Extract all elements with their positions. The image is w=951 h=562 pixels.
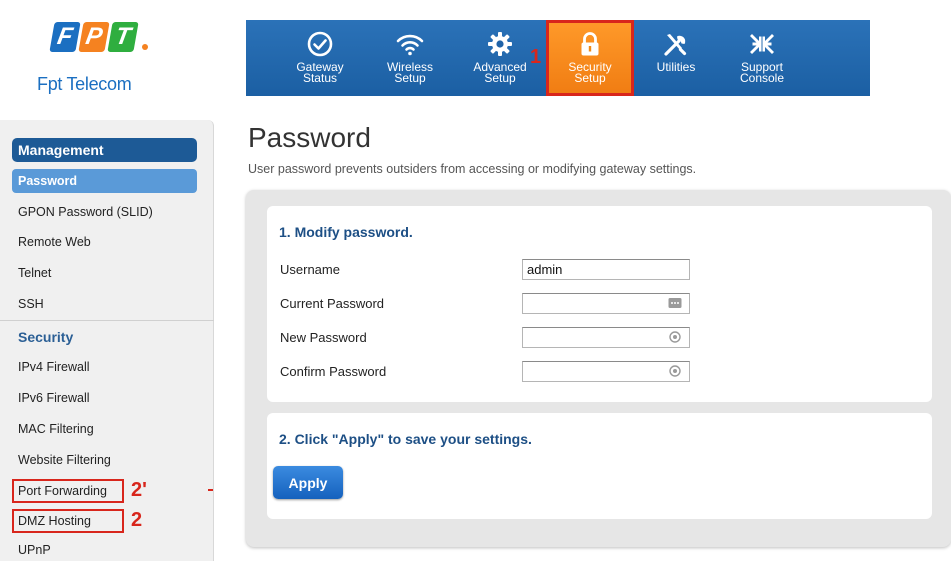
fpt-logo: F P T Fpt Telecom [28,18,178,98]
tools-icon [664,34,687,56]
sidebar-item-mac-filtering[interactable]: MAC Filtering [12,417,197,441]
wifi-icon [396,34,424,56]
gear-icon [488,32,512,56]
sidebar-item-ssh[interactable]: SSH [12,292,197,316]
nav-gateway-status[interactable]: Gateway Status [274,20,366,96]
sidebar-item-dmz-hosting[interactable]: DMZ Hosting [12,509,124,533]
nav-utilities[interactable]: Utilities [634,20,718,96]
sidebar-item-port-forwarding[interactable]: Port Forwarding [12,479,124,503]
new-password-label: New Password [280,330,367,345]
nav-utilities-label: Utilities [656,60,696,74]
sidebar-item-password[interactable]: Password [12,169,197,193]
annotation-tick [208,489,213,491]
sidebar-heading-security: Security [18,329,74,345]
section-title-apply: 2. Click "Apply" to save your settings. [279,431,532,447]
nav-support-console-label: Support Console [739,60,785,85]
logo-letter-f: F [49,22,81,52]
sidebar-item-remote-web[interactable]: Remote Web [12,230,197,254]
nav-support-console[interactable]: Support Console [718,20,806,96]
current-password-input[interactable] [522,293,690,314]
sidebar-item-ipv6-firewall[interactable]: IPv6 Firewall [12,386,197,410]
current-password-label: Current Password [280,296,385,311]
brand-name: Fpt Telecom [37,74,132,94]
password-reveal-icon [669,365,681,377]
logo-letter-t: T [107,22,139,52]
annotation-step-2: 2 [131,509,143,531]
annotation-step-2-prime: 2' [131,479,147,501]
sidebar-divider [0,320,214,321]
password-keyboard-icon [668,298,682,308]
check-circle-icon [307,31,333,57]
top-navigation: Gateway Status Wireless Setup Advanced S… [246,20,870,96]
new-password-input[interactable] [522,327,690,348]
nav-security-setup[interactable]: Security Setup [546,20,634,96]
apply-card [267,413,932,519]
lock-icon [581,32,599,56]
username-input[interactable] [522,259,690,280]
section-title-modify-password: 1. Modify password. [279,224,413,240]
page-title: Password [248,122,371,153]
nav-security-setup-label: Security Setup [568,60,612,85]
apply-button[interactable]: Apply [273,466,343,499]
nav-gateway-status-label: Gateway Status [296,60,344,85]
sidebar-item-website-filtering[interactable]: Website Filtering [12,448,197,472]
confirm-password-label: Confirm Password [280,364,387,379]
logo-dot [142,44,148,50]
nav-advanced-setup-label: Advanced Setup [473,60,527,85]
sidebar-item-upnp[interactable]: UPnP [12,538,197,562]
sidebar-item-ipv4-firewall[interactable]: IPv4 Firewall [12,355,197,379]
confirm-password-input[interactable] [522,361,690,382]
nav-wireless-setup[interactable]: Wireless Setup [366,20,454,96]
nav-wireless-setup-label: Wireless Setup [386,60,433,85]
logo-letter-p: P [78,22,110,52]
sidebar-item-telnet[interactable]: Telnet [12,261,197,285]
sidebar-item-gpon-password[interactable]: GPON Password (SLID) [12,200,197,224]
compress-arrows-icon [750,34,774,54]
username-label: Username [280,262,340,277]
page-subtitle: User password prevents outsiders from ac… [248,162,697,176]
annotation-step-1: 1 [530,46,542,68]
sidebar-heading-management: Management [12,138,197,162]
password-reveal-icon [669,331,681,343]
